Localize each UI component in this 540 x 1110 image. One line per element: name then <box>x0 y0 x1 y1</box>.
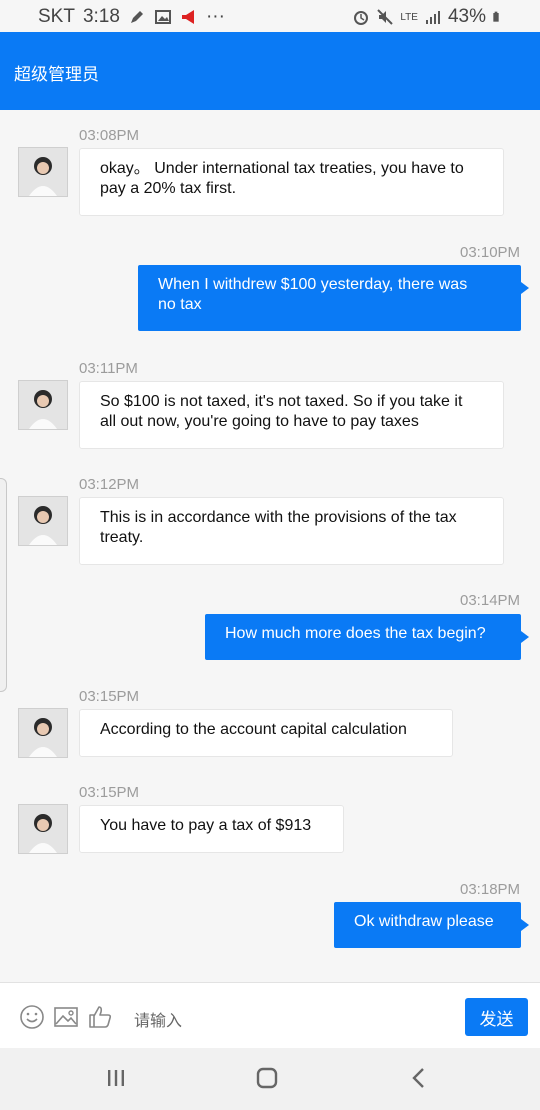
message-line: So $100 is not taxed, it's not taxed. So… <box>100 393 463 410</box>
message-line: no tax <box>158 296 202 313</box>
agent-avatar-image <box>19 805 67 853</box>
clock: 3:18 <box>82 6 120 27</box>
bubble-tail <box>521 631 529 643</box>
signal-icon <box>425 11 440 24</box>
outgoing-message[interactable]: When I withdrew $100 yesterday, there wa… <box>138 265 529 331</box>
alarm-icon <box>354 11 369 25</box>
message-line: This is in accordance with the provision… <box>100 509 457 526</box>
message-time: 03:12PM <box>79 476 140 493</box>
message-line: According to the account capital calcula… <box>100 721 407 738</box>
system-nav-bar <box>0 1048 540 1110</box>
status-bar: SKT 3:18 ··· LTE 43% <box>0 0 540 32</box>
gallery-icon <box>154 10 171 24</box>
back-icon[interactable] <box>407 1066 431 1090</box>
chat-area[interactable]: 03:08PM okay。 Under international tax tr… <box>0 110 540 982</box>
outgoing-message[interactable]: Ok withdraw please <box>334 902 529 948</box>
incoming-message[interactable]: So $100 is not taxed, it's not taxed. So… <box>79 381 504 449</box>
message-line: treaty. <box>100 529 144 546</box>
message-time: 03:15PM <box>79 688 140 705</box>
image-icon[interactable] <box>53 1004 79 1030</box>
bubble-tail <box>521 919 529 931</box>
megaphone-icon <box>181 10 194 24</box>
message-time: 03:15PM <box>79 784 140 801</box>
pen-icon <box>130 11 143 23</box>
incoming-message[interactable]: According to the account capital calcula… <box>79 709 453 757</box>
avatar[interactable] <box>18 147 68 197</box>
recent-apps-icon[interactable] <box>104 1066 128 1090</box>
more-notifications: ··· <box>205 6 225 27</box>
bubble-tail <box>521 282 529 294</box>
message-time: 03:08PM <box>79 127 140 144</box>
avatar[interactable] <box>18 804 68 854</box>
outgoing-message[interactable]: How much more does the tax begin? <box>205 614 529 660</box>
message-time: 03:10PM <box>460 244 521 261</box>
battery-percent: 43% <box>447 6 486 27</box>
carrier-label: SKT <box>38 6 75 27</box>
app-header: 超级管理员 <box>0 32 540 110</box>
agent-avatar-image <box>19 148 67 196</box>
agent-avatar-image <box>19 381 67 429</box>
message-line: okay。 Under international tax treaties, … <box>100 160 464 177</box>
message-line: When I withdrew $100 yesterday, there wa… <box>158 276 468 293</box>
avatar[interactable] <box>18 496 68 546</box>
avatar[interactable] <box>18 380 68 430</box>
incoming-message[interactable]: This is in accordance with the provision… <box>79 497 504 565</box>
agent-avatar-image <box>19 709 67 757</box>
home-icon[interactable] <box>255 1066 279 1090</box>
agent-avatar-image <box>19 497 67 545</box>
avatar[interactable] <box>18 708 68 758</box>
message-time: 03:11PM <box>79 360 138 377</box>
message-time: 03:18PM <box>460 881 521 898</box>
input-bar: 请输入 发送 <box>0 982 540 1049</box>
message-line: all out now, you're going to have to pay… <box>100 413 419 430</box>
chat-title: 超级管理员 <box>14 65 99 85</box>
mute-icon <box>377 9 394 25</box>
emoji-icon[interactable] <box>19 1004 45 1030</box>
edge-panel-handle[interactable] <box>0 478 7 692</box>
battery-icon <box>493 11 499 22</box>
thumbs-up-icon[interactable] <box>87 1004 113 1030</box>
message-line: You have to pay a tax of $913 <box>100 817 312 834</box>
network-type: LTE <box>400 11 418 23</box>
message-input[interactable]: 请输入 <box>134 1007 182 1031</box>
incoming-message[interactable]: You have to pay a tax of $913 <box>79 805 344 853</box>
incoming-message[interactable]: okay。 Under international tax treaties, … <box>79 148 504 216</box>
message-time: 03:14PM <box>460 592 521 609</box>
message-line: Ok withdraw please <box>354 913 494 930</box>
send-button[interactable]: 发送 <box>465 998 528 1036</box>
message-line: How much more does the tax begin? <box>225 625 486 642</box>
message-line: pay a 20% tax first. <box>100 180 237 197</box>
